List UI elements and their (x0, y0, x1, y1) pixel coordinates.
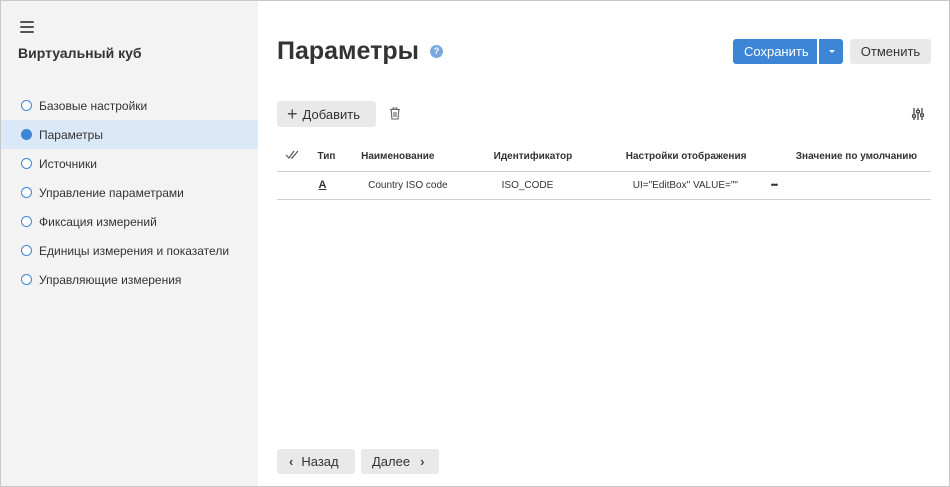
sidebar-item-basic-settings[interactable]: Базовые настройки (1, 91, 258, 120)
chevron-left-icon: ‹ (289, 454, 294, 469)
app-window: Виртуальный куб Базовые настройки Параме… (0, 0, 950, 487)
radio-icon (21, 216, 32, 227)
page-title: Параметры (277, 37, 419, 65)
row-type-cell: A (310, 171, 362, 200)
radio-icon (21, 245, 32, 256)
double-check-icon (285, 150, 299, 160)
column-header-id[interactable]: Идентификатор (493, 143, 626, 172)
back-button[interactable]: ‹ Назад (277, 449, 355, 474)
radio-icon (21, 187, 32, 198)
save-button-group: Сохранить (733, 39, 843, 64)
sidebar-item-units-measures[interactable]: Единицы измерения и показатели (1, 236, 258, 265)
table-row[interactable]: A Country ISO code ISO_CODE UI="EditBox"… (277, 171, 931, 200)
row-checkbox-cell[interactable] (277, 171, 311, 200)
row-display-settings-cell: UI="EditBox" VALUE="" ••• (625, 171, 796, 200)
trash-icon[interactable] (389, 107, 401, 120)
column-header-display-settings[interactable]: Настройки отображения (625, 143, 796, 172)
radio-icon (21, 274, 32, 285)
sidebar-title: Виртуальный куб (18, 45, 142, 61)
column-header-default-value[interactable]: Значение по умолчанию (795, 143, 931, 172)
add-button-label: Добавить (302, 106, 360, 122)
column-header-type[interactable]: Тип (310, 143, 362, 172)
text-type-icon: A (318, 179, 327, 191)
back-button-label: Назад (301, 454, 339, 469)
radio-icon (21, 100, 32, 111)
sidebar-item-label: Источники (39, 156, 97, 171)
column-settings-icon[interactable] (911, 107, 925, 121)
menu-icon[interactable] (20, 21, 34, 33)
add-button[interactable]: + Добавить (277, 101, 376, 127)
select-all-header[interactable] (277, 143, 311, 172)
cancel-button[interactable]: Отменить (850, 39, 931, 64)
help-icon[interactable]: ? (430, 45, 443, 58)
save-button[interactable]: Сохранить (733, 39, 817, 64)
save-dropdown-button[interactable] (819, 39, 843, 64)
sidebar-item-label: Управляющие измерения (39, 272, 182, 287)
sidebar-item-dimension-fixing[interactable]: Фиксация измерений (1, 207, 258, 236)
more-icon[interactable]: ••• (771, 180, 779, 190)
display-settings-value: UI="EditBox" VALUE="" (632, 179, 738, 191)
sidebar-item-label: Базовые настройки (39, 98, 148, 113)
sidebar-item-label: Параметры (39, 127, 103, 142)
row-default-value-cell[interactable] (795, 171, 931, 200)
sidebar: Виртуальный куб Базовые настройки Параме… (1, 1, 258, 486)
column-header-name[interactable]: Наименование (361, 143, 494, 172)
sidebar-item-sources[interactable]: Источники (1, 149, 258, 178)
sidebar-item-parameter-management[interactable]: Управление параметрами (1, 178, 258, 207)
sidebar-nav: Базовые настройки Параметры Источники Уп… (1, 91, 258, 294)
row-name-cell: Country ISO code (361, 171, 494, 200)
radio-icon (21, 158, 32, 169)
sidebar-item-control-dimensions[interactable]: Управляющие измерения (1, 265, 258, 294)
sidebar-item-parameters[interactable]: Параметры (1, 120, 258, 149)
plus-icon: + (287, 104, 298, 124)
next-button[interactable]: Далее › (361, 449, 439, 474)
main-panel: Параметры ? Сохранить Отменить + Добавит… (258, 1, 949, 486)
row-id-cell: ISO_CODE (493, 171, 626, 200)
sidebar-item-label: Управление параметрами (39, 185, 184, 200)
chevron-right-icon: › (420, 454, 425, 469)
radio-icon (21, 129, 32, 140)
next-button-label: Далее (372, 454, 411, 469)
sidebar-item-label: Единицы измерения и показатели (39, 243, 230, 258)
parameters-table: Тип Наименование Идентификатор Настройки… (277, 143, 931, 200)
table-header-row: Тип Наименование Идентификатор Настройки… (277, 143, 931, 172)
sidebar-item-label: Фиксация измерений (39, 214, 157, 229)
